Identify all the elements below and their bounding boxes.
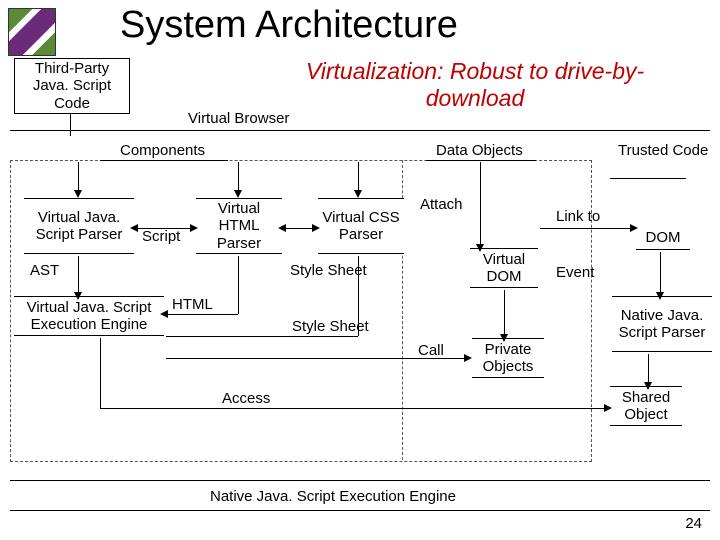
edge-access: Access: [222, 390, 270, 407]
label-virtual-browser: Virtual Browser: [188, 110, 289, 127]
edge-html: HTML: [172, 296, 213, 313]
box-vhtml-parser: Virtual HTML Parser: [196, 198, 282, 254]
edge-style1: Style Sheet: [290, 262, 367, 279]
label-trusted-code: Trusted Code: [618, 142, 708, 159]
label-native-exec: Native Java. Script Execution Engine: [210, 488, 456, 505]
edge-call: Call: [418, 342, 444, 359]
box-vjs-exec: Virtual Java. Script Execution Engine: [14, 296, 164, 336]
box-vcss-parser: Virtual CSS Parser: [318, 198, 404, 254]
diagram-canvas: System Architecture Virtualization: Robu…: [0, 0, 720, 540]
box-third-party-code: Third-Party Java. Script Code: [14, 58, 130, 114]
box-vjs-parser: Virtual Java. Script Parser: [24, 198, 134, 254]
edge-script: Script: [142, 228, 180, 245]
page-subtitle: Virtualization: Robust to drive-by-downl…: [260, 58, 690, 112]
edge-ast: AST: [30, 262, 59, 279]
edge-linkto: Link to: [556, 208, 600, 225]
edge-attach: Attach: [420, 196, 463, 213]
box-virtual-dom: Virtual DOM: [470, 248, 538, 288]
box-shared-object: Shared Object: [610, 386, 682, 426]
box-native-js-parser: Native Java. Script Parser: [612, 296, 712, 352]
page-title: System Architecture: [120, 4, 458, 47]
slide-number: 24: [685, 515, 702, 532]
label-data-objects: Data Objects: [436, 142, 523, 159]
slide-logo: [8, 8, 56, 56]
box-dom: DOM: [636, 226, 690, 250]
label-components: Components: [120, 142, 205, 159]
edge-event: Event: [556, 264, 594, 281]
box-private-objects: Private Objects: [472, 338, 544, 378]
